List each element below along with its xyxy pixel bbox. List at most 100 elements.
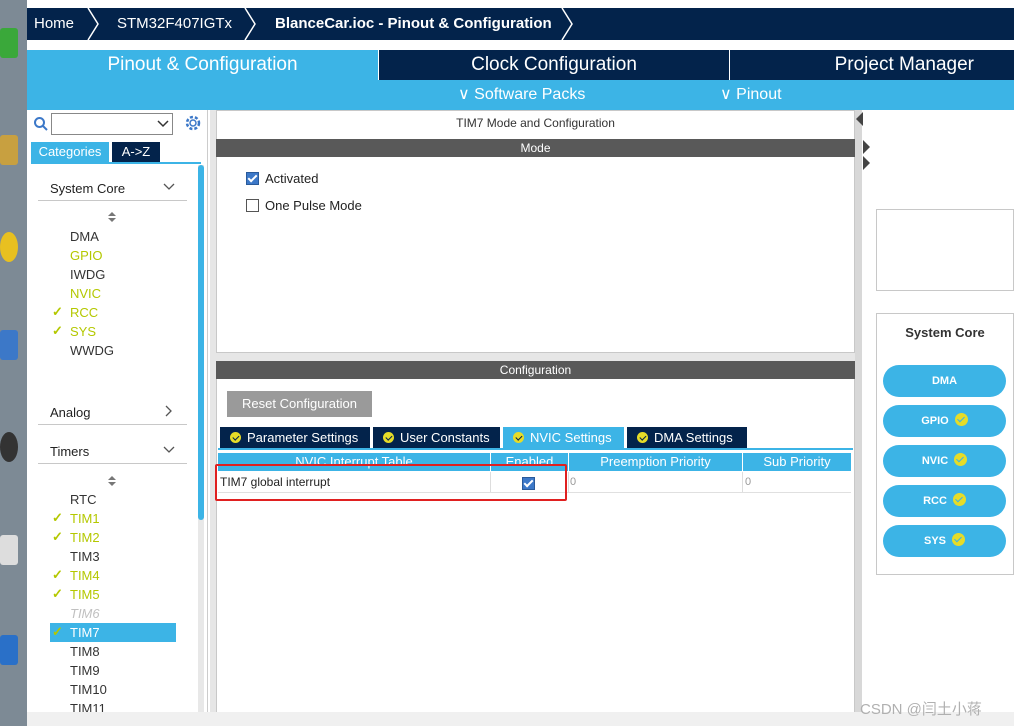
list-item-tim2[interactable]: TIM2 [70, 529, 100, 546]
tab-nvic-settings[interactable]: NVIC Settings [503, 427, 624, 448]
list-item-tim8[interactable]: TIM8 [70, 643, 100, 660]
pill-nvic[interactable]: NVIC [883, 445, 1006, 477]
list-item-tim4[interactable]: TIM4 [70, 567, 100, 584]
list-item-tim7[interactable]: TIM7 [70, 624, 100, 641]
desktop-app-icon [0, 432, 18, 462]
list-item-wwdg[interactable]: WWDG [70, 342, 114, 359]
list-item-tim10[interactable]: TIM10 [70, 681, 107, 698]
list-item-rcc[interactable]: RCC [70, 304, 98, 321]
list-item-sys[interactable]: SYS [70, 323, 96, 340]
tab-categories[interactable]: Categories [31, 142, 109, 162]
watermark: CSDN @闫土小蒋 [860, 701, 982, 718]
tab-project-manager[interactable]: Project Manager [730, 50, 1014, 80]
tab-label: Parameter Settings [247, 430, 359, 445]
section-divider [38, 200, 187, 201]
preemption-priority-cell[interactable]: 0 [570, 476, 576, 488]
splitter[interactable] [216, 353, 855, 361]
collapse-arrow-icon[interactable] [863, 156, 870, 170]
cell-divider [742, 472, 743, 492]
tab-pinout-configuration[interactable]: Pinout & Configuration [27, 50, 378, 80]
column-header-sub-priority[interactable]: Sub Priority [743, 453, 851, 471]
search-icon[interactable] [33, 116, 49, 132]
collapse-arrow-icon[interactable] [863, 140, 870, 154]
list-item-dma[interactable]: DMA [70, 228, 99, 245]
list-item-tim3[interactable]: TIM3 [70, 548, 100, 565]
breadcrumb-separator-icon [244, 8, 256, 40]
list-item-tim1[interactable]: TIM1 [70, 510, 100, 527]
tab-dma-settings[interactable]: DMA Settings [627, 427, 747, 448]
ok-check-icon [954, 453, 968, 466]
activated-checkbox[interactable]: Activated [246, 171, 318, 186]
pill-label: GPIO [921, 415, 949, 427]
tab-user-constants[interactable]: User Constants [373, 427, 500, 448]
section-system-core[interactable]: System Core [50, 181, 125, 196]
column-header-preemption[interactable]: Preemption Priority [569, 453, 742, 471]
list-item-tim6[interactable]: TIM6 [70, 605, 100, 622]
section-timers[interactable]: Timers [50, 444, 89, 459]
check-icon: ✓ [52, 510, 63, 525]
one-pulse-checkbox[interactable]: One Pulse Mode [246, 198, 362, 213]
software-packs-menu[interactable]: ∨ Software Packs [458, 80, 585, 110]
pill-rcc[interactable]: RCC [883, 485, 1006, 517]
chevron-down-icon[interactable] [163, 446, 175, 454]
breadcrumb-separator-icon [561, 8, 573, 40]
tab-underline [218, 448, 853, 450]
system-core-title: System Core [905, 325, 985, 340]
ok-check-icon [952, 533, 965, 546]
left-scrollbar-thumb[interactable] [198, 165, 204, 520]
ok-check-icon [637, 432, 648, 443]
list-item-selected-bg [50, 623, 176, 642]
ok-check-icon [383, 432, 394, 443]
tab-clock-configuration[interactable]: Clock Configuration [379, 50, 729, 80]
breadcrumb-device[interactable]: STM32F407IGTx [117, 8, 232, 40]
list-item-rtc[interactable]: RTC [70, 491, 96, 508]
reset-configuration-button[interactable]: Reset Configuration [227, 391, 372, 417]
sort-icon[interactable] [108, 476, 116, 486]
tab-label: DMA Settings [654, 430, 733, 445]
pill-sys[interactable]: SYS [883, 525, 1006, 557]
tab-label: NVIC Settings [530, 430, 612, 445]
pinout-menu[interactable]: ∨ Pinout [720, 80, 782, 110]
section-divider [38, 463, 187, 464]
collapse-strip[interactable] [855, 110, 862, 726]
desktop-app-icon [0, 535, 18, 565]
checkbox-checked-icon[interactable] [246, 172, 259, 185]
list-item-nvic[interactable]: NVIC [70, 285, 101, 302]
pill-dma[interactable]: DMA [883, 365, 1006, 397]
list-item-gpio[interactable]: GPIO [70, 247, 103, 264]
checkbox-unchecked-icon[interactable] [246, 199, 259, 212]
highlight-box [215, 464, 567, 501]
desktop-app-icon [0, 135, 18, 165]
desktop-app-icon [0, 28, 18, 58]
software-packs-label: Software Packs [474, 86, 586, 103]
check-icon: ✓ [52, 586, 63, 601]
list-item-iwdg[interactable]: IWDG [70, 266, 105, 283]
search-input[interactable] [51, 113, 173, 135]
check-icon: ✓ [52, 323, 63, 338]
ok-check-icon [954, 413, 968, 426]
tab-a-to-z[interactable]: A->Z [112, 142, 160, 162]
pill-label: SYS [923, 535, 946, 547]
tab-parameter-settings[interactable]: Parameter Settings [220, 427, 370, 448]
pill-label: RCC [923, 495, 947, 507]
one-pulse-label: One Pulse Mode [265, 198, 362, 213]
chevron-down-icon[interactable] [163, 183, 175, 191]
ok-check-icon [513, 432, 524, 443]
desktop-app-icon [0, 232, 18, 262]
breadcrumb-file[interactable]: BlanceCar.ioc - Pinout & Configuration [275, 8, 552, 40]
gear-icon[interactable] [184, 114, 202, 132]
list-item-tim5[interactable]: TIM5 [70, 586, 100, 603]
sort-icon[interactable] [108, 212, 116, 222]
collapse-arrow-icon[interactable] [856, 112, 863, 126]
check-icon: ✓ [52, 624, 63, 639]
activated-label: Activated [265, 171, 319, 186]
chevron-right-icon[interactable] [165, 405, 173, 417]
tab-underline [31, 162, 201, 164]
section-analog[interactable]: Analog [50, 405, 90, 420]
sub-priority-cell[interactable]: 0 [745, 476, 751, 488]
list-item-tim9[interactable]: TIM9 [70, 662, 100, 679]
chevron-down-icon[interactable] [157, 119, 169, 129]
pill-gpio[interactable]: GPIO [883, 405, 1006, 437]
breadcrumb-home[interactable]: Home [34, 8, 74, 40]
desktop-app-icon [0, 330, 18, 360]
